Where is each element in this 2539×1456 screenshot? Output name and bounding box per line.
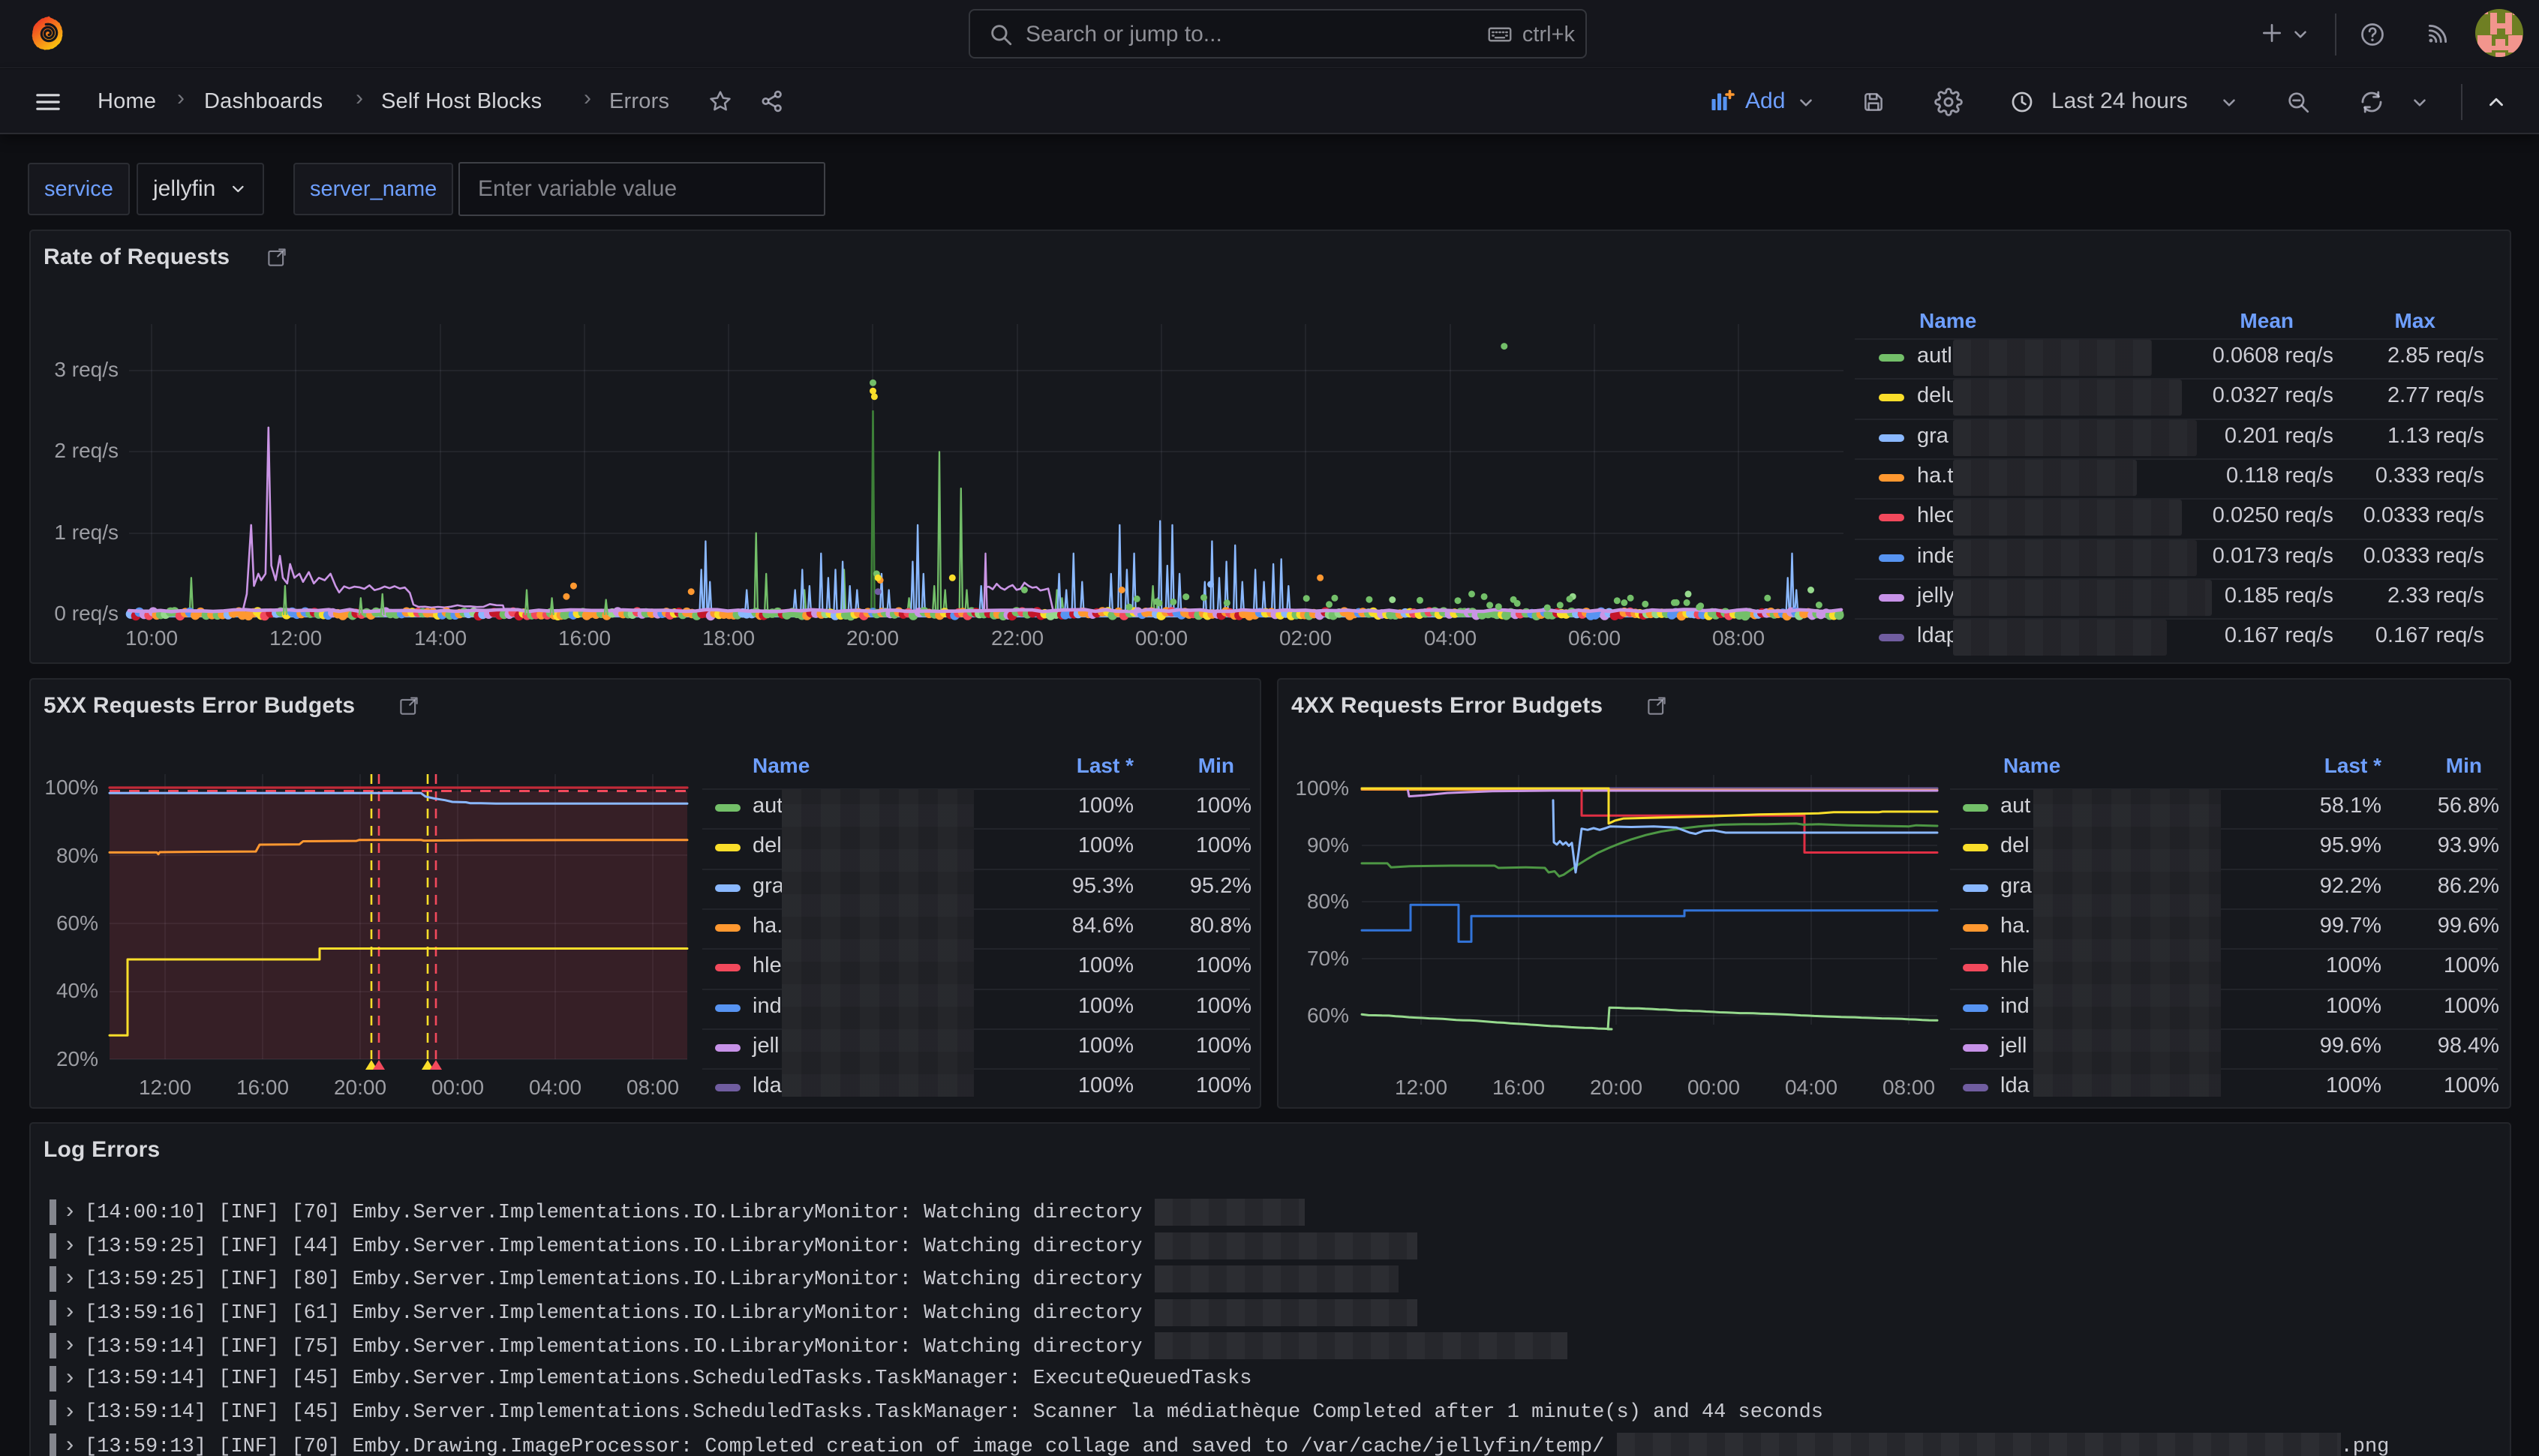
svg-text:3 req/s: 3 req/s [54,358,119,381]
svg-text:20:00: 20:00 [846,626,899,650]
svg-text:08:00: 08:00 [1712,626,1765,650]
svg-text:20:00: 20:00 [334,1076,386,1099]
svg-text:70%: 70% [1307,947,1349,970]
svg-text:80%: 80% [1307,890,1349,913]
svg-text:100%: 100% [1295,776,1349,800]
svg-text:16:00: 16:00 [236,1076,289,1099]
svg-text:0 req/s: 0 req/s [54,602,119,625]
svg-text:16:00: 16:00 [1492,1076,1545,1099]
svg-text:12:00: 12:00 [139,1076,191,1099]
svg-text:06:00: 06:00 [1568,626,1621,650]
svg-text:40%: 40% [56,979,98,1002]
svg-text:08:00: 08:00 [626,1076,679,1099]
svg-text:10:00: 10:00 [125,626,178,650]
svg-text:90%: 90% [1307,833,1349,857]
svg-text:16:00: 16:00 [558,626,611,650]
svg-text:00:00: 00:00 [1687,1076,1740,1099]
svg-text:14:00: 14:00 [414,626,467,650]
svg-text:2 req/s: 2 req/s [54,439,119,462]
svg-text:04:00: 04:00 [1424,626,1477,650]
svg-text:08:00: 08:00 [1882,1076,1935,1099]
svg-text:20:00: 20:00 [1590,1076,1642,1099]
svg-text:100%: 100% [44,776,98,799]
svg-text:12:00: 12:00 [269,626,322,650]
svg-text:1 req/s: 1 req/s [54,521,119,544]
svg-text:60%: 60% [56,911,98,935]
svg-text:22:00: 22:00 [991,626,1044,650]
svg-text:12:00: 12:00 [1395,1076,1447,1099]
svg-text:04:00: 04:00 [529,1076,581,1099]
svg-text:60%: 60% [1307,1004,1349,1027]
svg-text:20%: 20% [56,1047,98,1070]
svg-text:18:00: 18:00 [702,626,755,650]
svg-text:04:00: 04:00 [1785,1076,1837,1099]
svg-text:80%: 80% [56,844,98,867]
svg-text:00:00: 00:00 [1135,626,1188,650]
svg-text:02:00: 02:00 [1279,626,1332,650]
svg-text:00:00: 00:00 [431,1076,484,1099]
